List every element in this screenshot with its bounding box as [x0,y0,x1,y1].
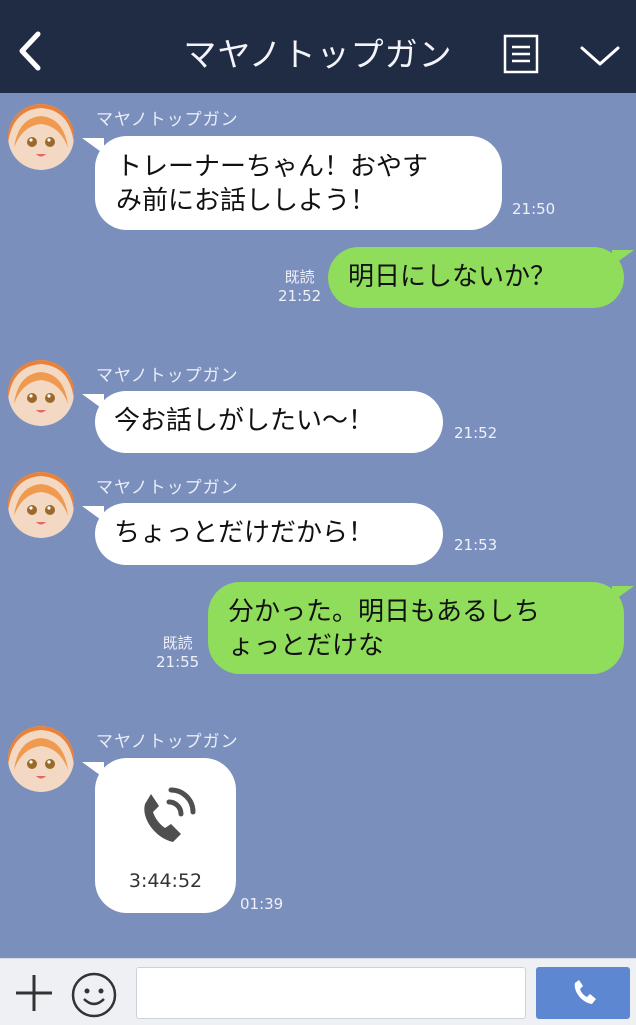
add-button[interactable] [14,973,54,1013]
message-input[interactable] [136,967,526,1019]
sender-name: マヤノトップガン [96,478,239,498]
notes-icon [503,34,539,74]
sender-name: マヤノトップガン [96,732,239,752]
read-label: 既読 [284,268,315,286]
message-line: 明日にしないか？ [348,262,557,292]
message-line: ょっとだけな [228,631,385,661]
message-time: 21:53 [454,536,498,554]
emoji-button[interactable] [70,971,118,1019]
message-bubble-incoming[interactable]: ちょっとだけだから！ [95,503,443,565]
avatar[interactable] [8,104,74,170]
message-time: 21:50 [512,200,556,218]
phone-icon [144,787,196,842]
message-time: 21:55 [156,653,200,671]
call-bubble[interactable]: 3:44:52 [95,758,236,913]
input-bar [0,958,636,1025]
call-button[interactable] [536,967,630,1019]
avatar[interactable] [8,472,74,538]
message-line: 今お話しがしたい〜！ [114,406,375,436]
bubble-tail [612,250,634,266]
message-time: 21:52 [454,424,498,442]
plus-icon [16,975,52,1011]
notes-button[interactable] [502,34,540,74]
sender-name: マヤノトップガン [96,110,239,130]
message-bubble-incoming[interactable]: 今お話しがしたい〜！ [95,391,443,453]
message-time: 01:39 [240,895,284,913]
sender-name: マヤノトップガン [96,366,239,386]
read-label: 既読 [162,634,193,652]
avatar[interactable] [8,726,74,792]
chat-header: マヤノトップガン [0,0,636,93]
chevron-down-icon [580,46,620,66]
message-line: ちょっとだけだから！ [114,518,375,548]
message-time: 21:52 [278,287,322,305]
read-receipt: 既読 21:52 [278,268,321,306]
avatar[interactable] [8,360,74,426]
smiley-icon [71,972,117,1018]
message-line: トレーナーちゃん！おやす [116,152,429,182]
message-line: 分かった。明日もあるしち [228,597,541,627]
message-line: み前にお話ししよう！ [116,186,377,216]
read-receipt: 既読 21:55 [156,634,199,672]
message-bubble-outgoing[interactable]: 分かった。明日もあるしち ょっとだけな [208,582,624,674]
message-bubble-outgoing[interactable]: 明日にしないか？ [328,247,624,308]
chat-title: マヤノトップガン [183,35,453,74]
call-duration: 3:44:52 [128,870,203,892]
more-button[interactable] [578,42,622,70]
bubble-tail [612,586,634,602]
message-bubble-incoming[interactable]: トレーナーちゃん！おやす み前にお話ししよう！ [95,136,502,230]
phone-icon [574,980,596,1004]
